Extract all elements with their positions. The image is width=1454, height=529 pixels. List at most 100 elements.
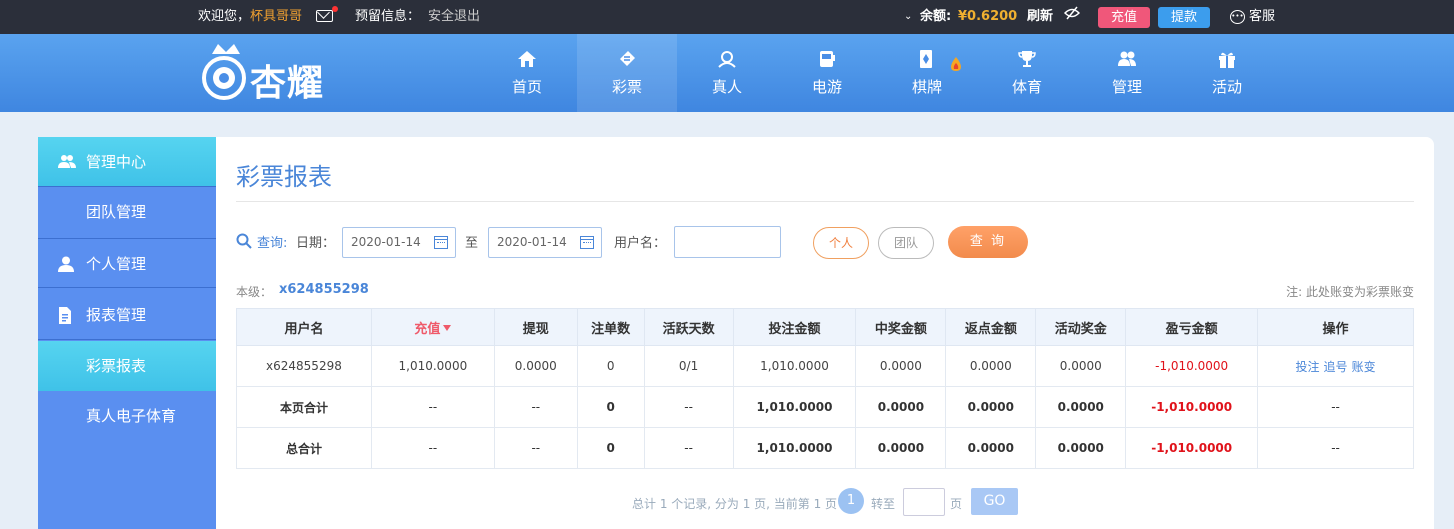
chevron-down-icon[interactable]: ⌄ bbox=[904, 0, 912, 34]
note-text: 注: 此处账变为彩票账变 bbox=[1286, 285, 1414, 299]
table-cell: x624855298 bbox=[236, 345, 372, 387]
sidebar-item-label: 真人电子体育 bbox=[86, 407, 177, 425]
calendar-icon[interactable] bbox=[434, 236, 448, 249]
level-value-link[interactable]: x624855298 bbox=[279, 282, 369, 297]
username-input[interactable] bbox=[674, 226, 781, 258]
page-total-row: 本页合计 -- -- 0 -- 1,010.0000 0.0000 0.0000… bbox=[236, 386, 1414, 428]
query-button[interactable]: 查 询 bbox=[948, 226, 1028, 258]
balance-value: ¥0.6200 bbox=[958, 9, 1018, 24]
date-label: 日期： bbox=[296, 236, 336, 251]
column-header: 中奖金额 bbox=[855, 308, 947, 346]
nav-manage[interactable]: 管理 bbox=[1077, 34, 1177, 112]
table-cell: 0.0000 bbox=[945, 386, 1037, 428]
pager-page-label: 页 bbox=[950, 497, 963, 511]
nav-slots[interactable]: 电游 bbox=[777, 34, 877, 112]
table-cell: 0.0000 bbox=[1035, 386, 1127, 428]
sidebar-item-label: 彩票报表 bbox=[86, 357, 147, 375]
nav-live[interactable]: 真人 bbox=[677, 34, 777, 112]
sort-desc-icon[interactable] bbox=[443, 324, 452, 331]
nav-label: 首页 bbox=[511, 78, 542, 96]
table-cell: 1,010.0000 bbox=[370, 345, 495, 387]
date-from-input[interactable]: 2020-01-14 bbox=[342, 227, 456, 258]
nav-events[interactable]: 活动 bbox=[1177, 34, 1277, 112]
grand-total-row: 总合计 -- -- 0 -- 1,010.0000 0.0000 0.0000 … bbox=[236, 427, 1414, 469]
table-cell: -- bbox=[1257, 427, 1414, 469]
team-toggle[interactable]: 团队 bbox=[878, 227, 934, 259]
table-cell: -- bbox=[643, 427, 734, 469]
pager-goto-label: 转至 bbox=[871, 497, 896, 511]
nav-lottery[interactable]: 彩票 bbox=[577, 34, 677, 112]
table-cell: 0.0000 bbox=[1035, 345, 1127, 387]
table-cell: 0.0000 bbox=[855, 345, 947, 387]
slot-icon bbox=[820, 51, 835, 67]
nav-label: 体育 bbox=[1011, 78, 1042, 96]
column-header: 盈亏金额 bbox=[1125, 308, 1259, 346]
main-header: 杏耀 首页 彩票 真人 电游 棋牌 体育 管理 活动 bbox=[0, 34, 1454, 112]
refresh-button[interactable]: 刷新 bbox=[1027, 0, 1053, 34]
table-cell: -- bbox=[1257, 386, 1414, 428]
table-cell: 0.0000 bbox=[855, 386, 947, 428]
table-row: x624855298 1,010.0000 0.0000 0 0/1 1,010… bbox=[236, 345, 1414, 387]
pager-go-button[interactable]: GO bbox=[971, 488, 1018, 515]
recharge-button[interactable]: 充值 bbox=[1098, 7, 1150, 28]
unread-dot bbox=[332, 6, 338, 12]
table-cell: 0 bbox=[576, 345, 645, 387]
sidebar-item-label: 管理中心 bbox=[86, 153, 147, 171]
sidebar-item-management-center[interactable]: 管理中心 bbox=[38, 137, 216, 187]
level-label: 本级： bbox=[236, 285, 273, 299]
table-cell: 1,010.0000 bbox=[732, 427, 857, 469]
calendar-icon[interactable] bbox=[580, 236, 594, 249]
table-cell: -- bbox=[370, 427, 495, 469]
username-link[interactable]: 杯具哥哥 bbox=[250, 0, 302, 34]
column-header: 提现 bbox=[493, 308, 578, 346]
page-title: 彩票报表 bbox=[236, 163, 332, 191]
manage-icon bbox=[1118, 51, 1136, 66]
table-cell: 0.0000 bbox=[945, 345, 1037, 387]
chase-link[interactable]: 追号 bbox=[1324, 360, 1348, 374]
mail-icon[interactable] bbox=[316, 10, 333, 22]
nav-cards[interactable]: 棋牌 bbox=[877, 34, 977, 112]
sidebar-item-label: 团队管理 bbox=[86, 203, 147, 221]
table-cell-profit: -1,010.0000 bbox=[1125, 427, 1259, 469]
sidebar-item-lottery-report[interactable]: 彩票报表 bbox=[38, 341, 216, 391]
date-to-input[interactable]: 2020-01-14 bbox=[488, 227, 602, 258]
personal-toggle[interactable]: 个人 bbox=[813, 227, 869, 259]
title-divider bbox=[236, 201, 1414, 202]
reserved-info-label: 预留信息： bbox=[355, 9, 421, 24]
gift-icon bbox=[1219, 52, 1235, 68]
nav-sports[interactable]: 体育 bbox=[977, 34, 1077, 112]
sidebar-item-label: 报表管理 bbox=[86, 306, 147, 324]
pager-current-page[interactable]: 1 bbox=[838, 488, 864, 514]
bet-link[interactable]: 投注 bbox=[1296, 360, 1320, 374]
table-cell: 0/1 bbox=[643, 345, 734, 387]
withdraw-button[interactable]: 提款 bbox=[1158, 7, 1210, 28]
main-panel: 彩票报表 查询: 日期： 2020-01-14 至 2020-01-14 用户名… bbox=[216, 137, 1434, 529]
chat-icon[interactable]: ••• bbox=[1230, 10, 1245, 24]
table-cell-profit: -1,010.0000 bbox=[1125, 345, 1259, 387]
column-header: 注单数 bbox=[576, 308, 645, 346]
nav-home[interactable]: 首页 bbox=[477, 34, 577, 112]
nav-label: 真人 bbox=[711, 78, 742, 96]
table-cell: -- bbox=[370, 386, 495, 428]
pager-page-input[interactable] bbox=[903, 488, 945, 516]
nav-label: 彩票 bbox=[611, 78, 642, 96]
site-logo[interactable]: 杏耀 bbox=[198, 40, 348, 106]
column-header-sortable[interactable]: 充值 bbox=[370, 308, 495, 346]
column-header: 返点金额 bbox=[945, 308, 1037, 346]
customer-service-link[interactable]: 客服 bbox=[1249, 0, 1275, 34]
logout-link[interactable]: 安全退出 bbox=[428, 0, 480, 34]
hide-balance-icon[interactable] bbox=[1063, 0, 1081, 34]
nav-label: 电游 bbox=[811, 78, 842, 96]
sidebar-item-report-management[interactable]: 报表管理 bbox=[38, 290, 216, 340]
lottery-icon bbox=[620, 51, 635, 66]
group-icon bbox=[58, 155, 76, 168]
search-icon bbox=[236, 233, 252, 249]
transaction-link[interactable]: 账变 bbox=[1352, 360, 1376, 374]
sidebar-item-team-management[interactable]: 团队管理 bbox=[38, 187, 216, 237]
table-cell: 1,010.0000 bbox=[732, 386, 857, 428]
sidebar-item-live-electronic-sports[interactable]: 真人电子体育 bbox=[38, 391, 216, 441]
column-header: 活动奖金 bbox=[1035, 308, 1127, 346]
sidebar-item-personal-management[interactable]: 个人管理 bbox=[38, 238, 216, 288]
table-cell: 0.0000 bbox=[1035, 427, 1127, 469]
sidebar-item-label: 个人管理 bbox=[86, 255, 147, 273]
